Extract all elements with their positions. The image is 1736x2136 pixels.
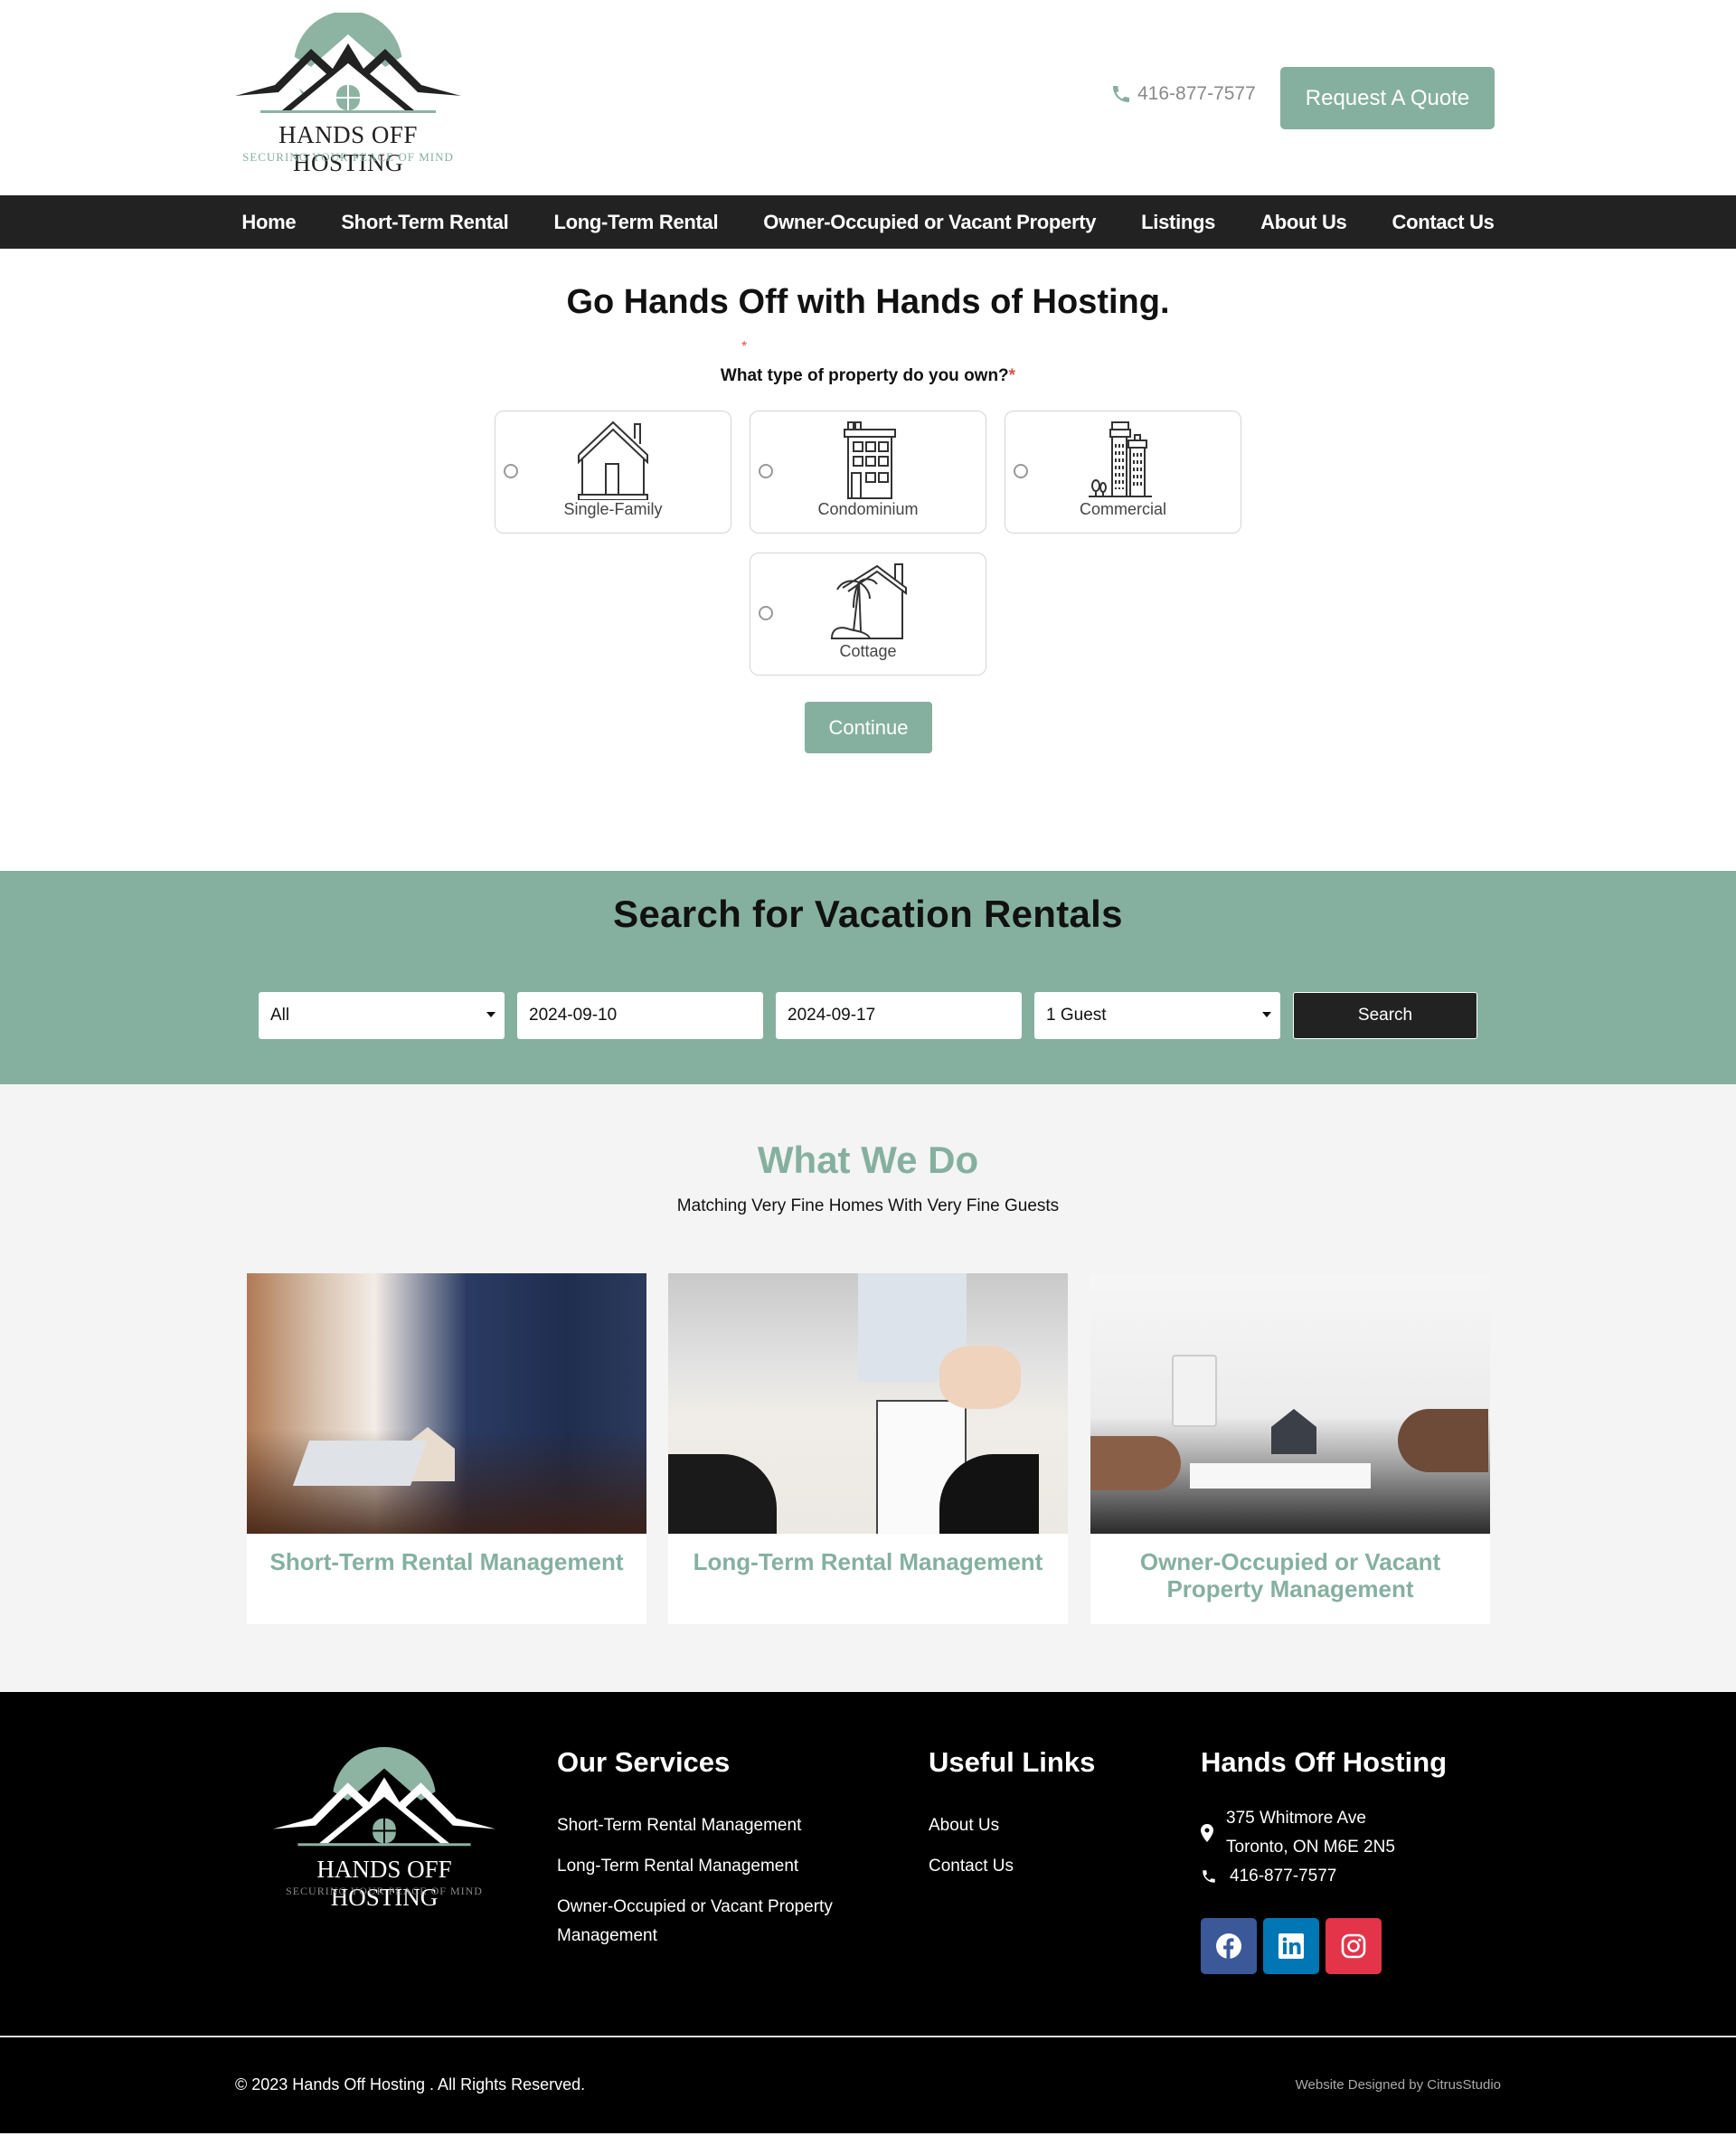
site-header: HANDS OFF HOSTING SECURING YOUR PEACE OF… [0, 0, 1736, 195]
what-we-do-section: What We Do Matching Very Fine Homes With… [0, 1084, 1736, 1692]
checkin-date-input[interactable]: 2024-09-10 [517, 992, 763, 1039]
linkedin-button[interactable] [1263, 1918, 1319, 1974]
logo-tagline: SECURING YOUR PEACE OF MIND [242, 150, 454, 164]
phone-icon [1203, 1870, 1215, 1883]
required-asterisk: * [1008, 366, 1016, 385]
agent-handing-keys-photo [247, 1273, 646, 1534]
continue-button[interactable]: Continue [805, 702, 932, 753]
header-phone-link[interactable]: 416-877-7577 [1110, 83, 1256, 105]
footer-services: Our Services Short-Term Rental Managemen… [557, 1746, 864, 1962]
search-title: Search for Vacation Rentals [613, 893, 1123, 935]
question-text: What type of property do you own? [720, 366, 1009, 385]
nav-item-owner-occupied[interactable]: Owner-Occupied or Vacant Property [741, 211, 1118, 234]
footer-contact: Hands Off Hosting 375 Whitmore Ave Toron… [1201, 1746, 1490, 1974]
option-commercial[interactable]: Commercial [1005, 411, 1241, 534]
chevron-down-icon [1262, 1012, 1271, 1017]
apartment-building-icon [844, 421, 896, 499]
chevron-down-icon [486, 1012, 495, 1017]
option-label: Single-Family [563, 500, 663, 518]
guests-value: 1 Guest [1046, 1006, 1107, 1025]
house-icon [578, 421, 648, 500]
card-title: Short-Term Rental Management [269, 1548, 624, 1575]
form-title: Go Hands Off with Hands of Hosting. [566, 283, 1170, 321]
social-links [1201, 1918, 1490, 1974]
logo-house-icon [262, 1746, 506, 1855]
footer-phone[interactable]: 416-877-7577 [1201, 1862, 1490, 1891]
instagram-icon [1341, 1933, 1366, 1959]
footer-bottom-bar: © 2023 Hands Off Hosting . All Rights Re… [0, 2037, 1736, 2133]
footer-logo[interactable]: HANDS OFF HOSTING SECURING YOUR PEACE OF… [262, 1746, 506, 1911]
property-question: What type of property do you own?* [0, 366, 1736, 386]
property-type-value: All [270, 1006, 290, 1025]
service-card-owner-occupied[interactable]: Owner-Occupied or Vacant Property Manage… [1090, 1273, 1490, 1624]
option-label: Cottage [839, 642, 897, 660]
footer-logo-title: HANDS OFF HOSTING [316, 1856, 452, 1911]
footer-useful-links: Useful Links About Us Contact Us [929, 1746, 1164, 1893]
option-label: Condominium [817, 500, 919, 518]
logo-title: HANDS OFF HOSTING [278, 121, 418, 176]
card-title: Owner-Occupied or Vacant Property Manage… [1139, 1548, 1441, 1602]
footer-address: 375 Whitmore Ave Toronto, ON M6E 2N5 [1201, 1804, 1490, 1862]
site-logo[interactable]: HANDS OFF HOSTING SECURING YOUR PEACE OF… [224, 13, 472, 176]
section-title: What We Do [757, 1139, 979, 1181]
footer-phone-number: 416-877-7577 [1230, 1867, 1337, 1886]
footer-link-short-term[interactable]: Short-Term Rental Management [557, 1811, 864, 1840]
address-line-1: 375 Whitmore Ave [1226, 1809, 1366, 1828]
nav-item-contact-us[interactable]: Contact Us [1369, 211, 1516, 234]
address-line-2: Toronto, ON M6E 2N5 [1226, 1838, 1395, 1857]
copyright-text: © 2023 Hands Off Hosting . All Rights Re… [235, 2075, 586, 2093]
cottage-palm-icon [830, 563, 907, 639]
radio-single-family[interactable] [504, 464, 518, 478]
footer-services-heading: Our Services [557, 1746, 731, 1778]
search-button[interactable]: Search [1293, 992, 1477, 1039]
facebook-button[interactable] [1201, 1918, 1257, 1974]
section-subtitle: Matching Very Fine Homes With Very Fine … [676, 1196, 1060, 1215]
option-single-family[interactable]: Single-Family [495, 411, 731, 534]
nav-item-short-term-rental[interactable]: Short-Term Rental [318, 211, 531, 234]
footer-links-heading: Useful Links [929, 1746, 1096, 1778]
calculator-house-model-photo [1090, 1273, 1490, 1534]
request-quote-button[interactable]: Request A Quote [1280, 67, 1495, 129]
option-condominium[interactable]: Condominium [750, 411, 986, 534]
header-phone-number: 416-877-7577 [1137, 83, 1256, 104]
footer-link-long-term[interactable]: Long-Term Rental Management [557, 1852, 864, 1881]
radio-cottage[interactable] [759, 606, 773, 620]
option-cottage[interactable]: Cottage [750, 553, 986, 676]
service-card-short-term[interactable]: Short-Term Rental Management [247, 1273, 646, 1624]
nav-item-about-us[interactable]: About Us [1238, 211, 1369, 234]
nav-item-listings[interactable]: Listings [1118, 211, 1238, 234]
radio-condominium[interactable] [759, 464, 773, 478]
main-nav: Home Short-Term Rental Long-Term Rental … [0, 195, 1736, 249]
checkout-date-value: 2024-09-17 [788, 1006, 876, 1025]
nav-item-long-term-rental[interactable]: Long-Term Rental [532, 211, 741, 234]
property-type-form: Go Hands Off with Hands of Hosting. * Wh… [0, 249, 1736, 871]
footer-link-contact-us[interactable]: Contact Us [929, 1852, 1164, 1881]
required-marker: * [741, 339, 748, 354]
office-buildings-icon [1089, 421, 1152, 497]
property-type-select[interactable]: All [259, 992, 505, 1039]
footer-link-about-us[interactable]: About Us [929, 1811, 1164, 1840]
footer-link-owner-occupied[interactable]: Owner-Occupied or Vacant Property Manage… [557, 1893, 864, 1951]
site-footer: HANDS OFF HOSTING SECURING YOUR PEACE OF… [0, 1692, 1736, 2036]
logo-house-icon [224, 13, 472, 121]
vacation-rental-search: Search for Vacation Rentals All 2024-09-… [0, 871, 1736, 1084]
footer-company-heading: Hands Off Hosting [1201, 1746, 1448, 1778]
service-card-long-term[interactable]: Long-Term Rental Management [668, 1273, 1068, 1624]
instagram-button[interactable] [1326, 1918, 1382, 1974]
guests-select[interactable]: 1 Guest [1034, 992, 1280, 1039]
designer-credit-link[interactable]: Website Designed by CitrusStudio [1296, 2077, 1501, 2093]
linkedin-icon [1278, 1933, 1304, 1959]
facebook-icon [1216, 1933, 1241, 1959]
checkin-date-value: 2024-09-10 [529, 1006, 618, 1025]
phone-icon [1113, 86, 1129, 102]
option-label: Commercial [1079, 500, 1166, 518]
footer-logo-tagline: SECURING YOUR PEACE OF MIND [286, 1885, 483, 1897]
signing-contract-photo [668, 1273, 1068, 1534]
nav-item-home[interactable]: Home [219, 211, 318, 234]
map-pin-icon [1201, 1824, 1213, 1842]
card-title: Long-Term Rental Management [693, 1548, 1043, 1575]
checkout-date-input[interactable]: 2024-09-17 [776, 992, 1022, 1039]
radio-commercial[interactable] [1014, 464, 1028, 478]
